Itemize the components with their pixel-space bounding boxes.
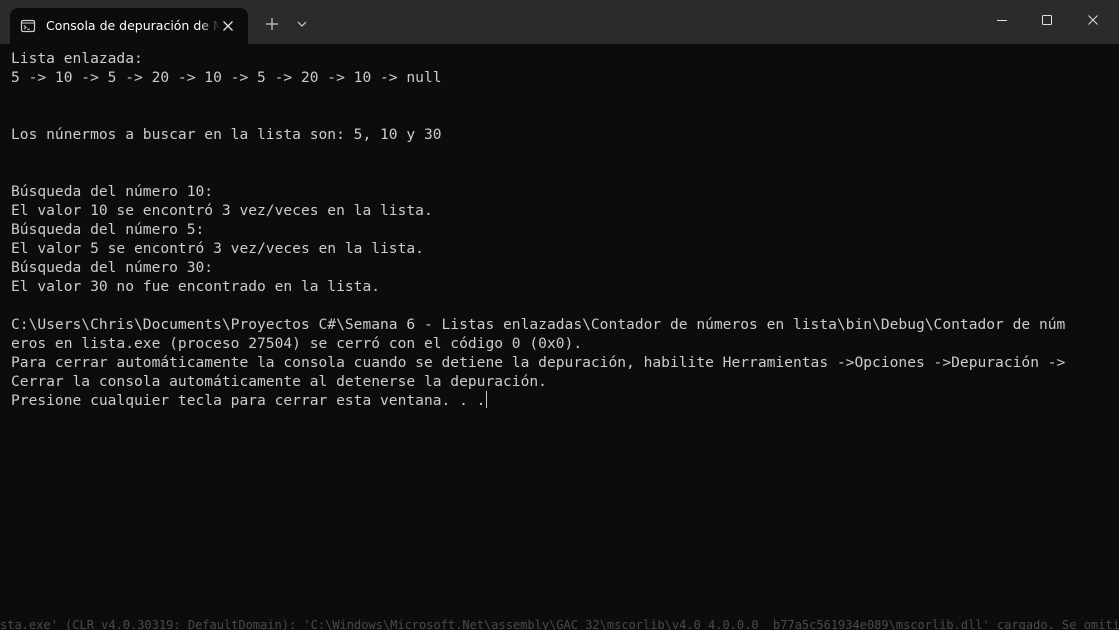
- console-line: Búsqueda del número 5:: [11, 221, 205, 238]
- console-line: El valor 10 se encontró 3 vez/veces en l…: [11, 202, 433, 219]
- chevron-down-icon[interactable]: [294, 16, 310, 32]
- maximize-icon: [1042, 15, 1052, 25]
- console-line: Cerrar la consola automáticamente al det…: [11, 373, 547, 390]
- minimize-icon: [997, 20, 1007, 21]
- minimize-button[interactable]: [979, 0, 1025, 40]
- prompt-text: Presione cualquier tecla para cerrar est…: [11, 392, 486, 409]
- console-line: Búsqueda del número 10:: [11, 183, 214, 200]
- tab-title: Consola de depuración de Microsoft Visua…: [46, 18, 220, 33]
- console-line: El valor 30 no fue encontrado en la list…: [11, 278, 381, 295]
- new-tab-plus-icon[interactable]: [262, 14, 282, 34]
- console-window: Consola de depuración de Microsoft Visua…: [0, 0, 1119, 630]
- maximize-button[interactable]: [1024, 0, 1070, 40]
- tab-close-icon[interactable]: [220, 18, 236, 34]
- console-line: El valor 5 se encontró 3 vez/veces en la…: [11, 240, 424, 257]
- console-tab[interactable]: Consola de depuración de Microsoft Visua…: [10, 8, 248, 44]
- console-line: Para cerrar automáticamente la consola c…: [11, 354, 1066, 371]
- console-line: 5 -> 10 -> 5 -> 20 -> 10 -> 5 -> 20 -> 1…: [11, 69, 442, 86]
- console-output[interactable]: Lista enlazada: 5 -> 10 -> 5 -> 20 -> 10…: [11, 49, 1111, 410]
- prompt-line: Presione cualquier tecla para cerrar est…: [11, 391, 1111, 410]
- console-line: Búsqueda del número 30:: [11, 259, 214, 276]
- console-line: Los núnermos a buscar en la lista son: 5…: [11, 126, 442, 143]
- console-line: C:\Users\Chris\Documents\Proyectos C#\Se…: [11, 316, 1066, 333]
- console-line: eros en lista.exe (proceso 27504) se cer…: [11, 335, 583, 352]
- console-line: Lista enlazada:: [11, 50, 143, 67]
- text-cursor: [486, 391, 488, 408]
- background-output-text: sta.exe' (CLR v4.0.30319: DefaultDomain)…: [0, 619, 1119, 630]
- title-bar[interactable]: Consola de depuración de Microsoft Visua…: [0, 0, 1119, 44]
- terminal-icon: [20, 18, 36, 34]
- close-icon: [1088, 15, 1098, 25]
- close-window-button[interactable]: [1070, 0, 1116, 40]
